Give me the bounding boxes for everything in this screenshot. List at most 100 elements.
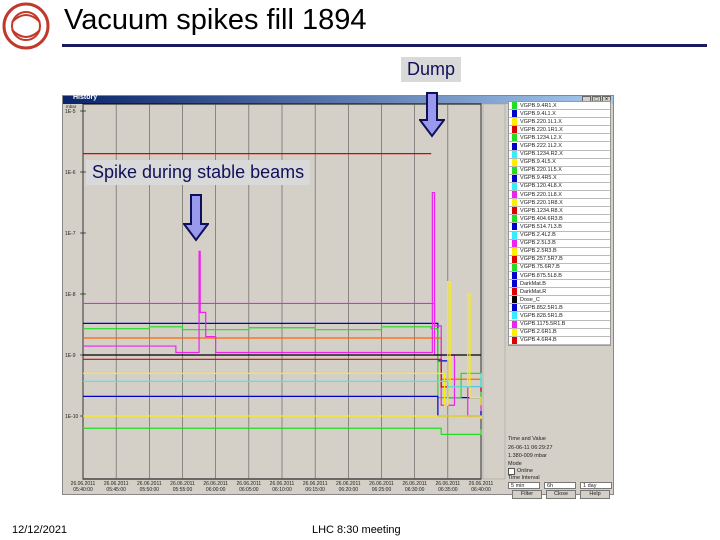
legend-item[interactable]: VGPB.1234.R2.X xyxy=(509,150,610,159)
y-tick-label: 1E-9 xyxy=(65,353,76,359)
legend-item[interactable]: VGPB.220.1R8.X xyxy=(509,199,610,208)
legend-label: VGPB.220.1L1.X xyxy=(520,118,562,125)
legend-item[interactable]: VGPB.852.5R1.B xyxy=(509,304,610,313)
legend-item[interactable]: VGPB.2.6R1.B xyxy=(509,328,610,337)
legend-swatch xyxy=(512,272,517,280)
legend-swatch xyxy=(512,312,517,320)
legend-item[interactable]: VGPB.220.1L1.X xyxy=(509,118,610,127)
dump-arrow-icon xyxy=(419,92,445,138)
legend-label: VGPB.1175.5R1.B xyxy=(520,321,566,328)
x-tick-label: 06:15:00 xyxy=(305,487,325,493)
legend-label: VGPB.404.6R3.B xyxy=(520,215,563,222)
y-tick-label: 1E-8 xyxy=(65,292,76,298)
legend-item[interactable]: VGPB.4.6R4.B xyxy=(509,336,610,345)
spike-callout: Spike during stable beams xyxy=(86,160,311,185)
legend-item[interactable]: VGPB.220.1L5.X xyxy=(509,166,610,175)
interval-select-3[interactable]: 1 day xyxy=(580,482,612,489)
title-divider xyxy=(62,44,707,47)
legend-item[interactable]: VGPB.222.1L2.X xyxy=(509,142,610,151)
legend-label: VGPB.4.6R4.B xyxy=(520,337,557,344)
legend-label: VGPB.9.4L1.X xyxy=(520,110,556,117)
legend-item[interactable]: VGPB.220.1R1.X xyxy=(509,126,610,135)
legend-label: VGPB.852.5R1.B xyxy=(520,304,563,311)
legend-label: VGPB.828.5R1.B xyxy=(520,312,563,319)
online-checkbox[interactable] xyxy=(508,468,515,475)
legend-label: DarkMat.R xyxy=(520,288,547,295)
x-tick-label: 05:50:00 xyxy=(140,487,160,493)
dump-callout: Dump xyxy=(401,57,462,82)
legend-item[interactable]: VGPB.9.4R5.X xyxy=(509,174,610,183)
legend-label: VGPB.9.4R5.X xyxy=(520,175,557,182)
legend-swatch xyxy=(512,158,517,166)
legend-label: VGPB.1234.L2.X xyxy=(520,134,562,141)
legend-swatch xyxy=(512,255,517,263)
online-label: Online xyxy=(517,468,533,474)
legend-label: DarkMat.B xyxy=(520,280,546,287)
legend-item[interactable]: Dose_C xyxy=(509,296,610,305)
legend-item[interactable]: VGPB.2.4L2.B xyxy=(509,231,610,240)
legend-item[interactable]: VGPB.514.7L3.B xyxy=(509,223,610,232)
legend-swatch xyxy=(512,166,517,174)
x-tick-label: 05:55:00 xyxy=(173,487,193,493)
legend-item[interactable]: VGPB.828.5R1.B xyxy=(509,312,610,321)
interval-select-1[interactable]: 5 min xyxy=(508,482,540,489)
help-button[interactable]: Help xyxy=(580,490,610,499)
slide-title: Vacuum spikes fill 1894 xyxy=(64,4,367,36)
legend-item[interactable]: VGPB.220.1L8.X xyxy=(509,191,610,200)
footer-meeting: LHC 8:30 meeting xyxy=(312,524,401,536)
x-tick-label: 06:00:00 xyxy=(206,487,226,493)
legend-label: VGPB.257.5R7.B xyxy=(520,256,563,263)
legend-swatch xyxy=(512,296,517,304)
legend-item[interactable]: VGPB.120.4L8.X xyxy=(509,182,610,192)
legend-item[interactable]: VGPB.875.5L8.B xyxy=(509,272,610,281)
legend-item[interactable]: VGPB.75.6R7.B xyxy=(509,263,610,272)
y-tick-label: 1E-7 xyxy=(65,231,76,237)
legend-swatch xyxy=(512,174,517,182)
x-tick-label: 06:20:00 xyxy=(339,487,359,493)
legend-label: VGPB.220.1R1.X xyxy=(520,126,563,133)
legend-item[interactable]: VGPB.2.5R3.B xyxy=(509,247,610,256)
x-tick-label: 06:30:00 xyxy=(405,487,425,493)
legend-swatch xyxy=(512,304,517,312)
legend-swatch xyxy=(512,102,517,110)
x-tick-label: 06:40:00 xyxy=(471,487,491,493)
legend-item[interactable]: DarkMat.R xyxy=(509,288,610,297)
legend-swatch xyxy=(512,239,517,247)
legend-item[interactable]: VGPB.1234.L2.X xyxy=(509,134,610,143)
legend-item[interactable]: VGPB.404.6R3.B xyxy=(509,215,610,224)
legend-swatch xyxy=(512,134,517,142)
filter-button[interactable]: Filter xyxy=(512,490,542,499)
legend-item[interactable]: VGPB.9.4L1.X xyxy=(509,110,610,119)
mode-label: Mode xyxy=(508,461,522,467)
legend-label: VGPB.120.4L8.X xyxy=(520,183,562,190)
legend-label: VGPB.875.5L8.B xyxy=(520,272,562,279)
close-window-button[interactable]: Close xyxy=(546,490,576,499)
legend-item[interactable]: DarkMat.B xyxy=(509,280,610,289)
legend: VGPB.9.4R1.X VGPB.9.4L1.X VGPB.220.1L1.X VG… xyxy=(508,101,611,346)
interval-select-2[interactable]: 6h xyxy=(544,482,576,489)
history-window: History _ □ × 26.06.2011 05:40:00 26.06.20… xyxy=(62,94,614,499)
legend-item[interactable]: VGPB.257.5R7.B xyxy=(509,255,610,264)
legend-swatch xyxy=(512,247,517,255)
legend-label: VGPB.220.1R8.X xyxy=(520,199,563,206)
legend-label: Dose_C xyxy=(520,296,540,303)
legend-swatch xyxy=(512,142,517,150)
legend-label: VGPB.75.6R7.B xyxy=(520,264,560,271)
legend-swatch xyxy=(512,182,517,190)
legend-item[interactable]: VGPB.2.5L3.B xyxy=(509,239,610,248)
legend-label: VGPB.220.1L8.X xyxy=(520,191,562,198)
legend-item[interactable]: VGPB.1175.5R1.B xyxy=(509,320,610,329)
spike-arrow-icon xyxy=(183,194,209,242)
x-tick-label: 06:05:00 xyxy=(239,487,259,493)
legend-label: VGPB.514.7L3.B xyxy=(520,223,562,230)
legend-swatch xyxy=(512,223,517,231)
legend-swatch xyxy=(512,328,517,336)
legend-item[interactable]: VGPB.9.4L5.X xyxy=(509,158,610,167)
y-tick-label: 1E-5 xyxy=(65,109,76,115)
secondary-axis xyxy=(482,103,506,480)
time-value-time: 26-06-11 06:29:27 xyxy=(508,445,553,451)
legend-item[interactable]: VGPB.9.4R1.X xyxy=(509,102,610,111)
legend-item[interactable]: VGPB.1234.R8.X xyxy=(509,207,610,216)
x-tick-label: 06:10:00 xyxy=(272,487,292,493)
legend-swatch xyxy=(512,336,517,344)
